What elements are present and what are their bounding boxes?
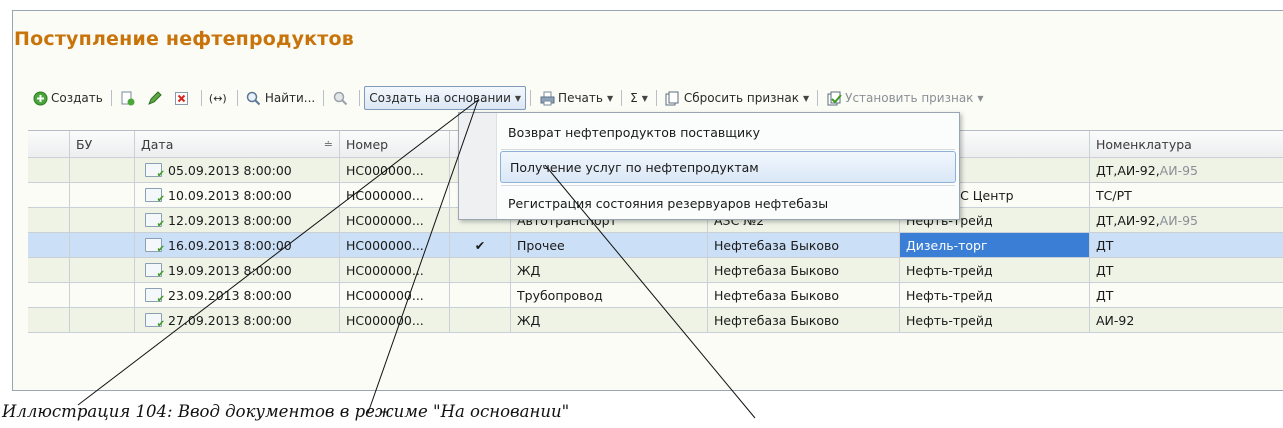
callout-line xyxy=(77,99,479,406)
figure-caption: Иллюстрация 104: Ввод документов в режим… xyxy=(2,402,570,421)
callout-lines xyxy=(77,99,756,419)
callout-line xyxy=(367,99,479,414)
callout-line xyxy=(544,164,756,419)
